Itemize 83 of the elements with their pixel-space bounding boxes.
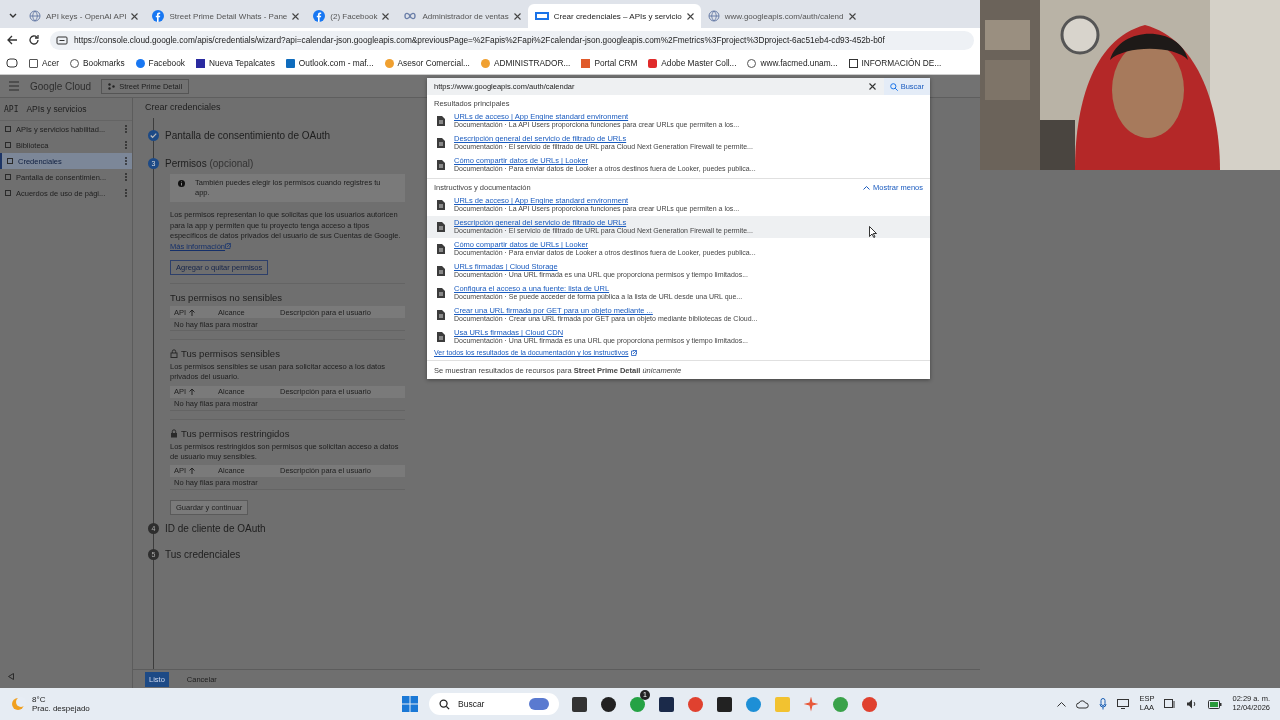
square-icon bbox=[5, 190, 11, 196]
close-icon[interactable] bbox=[292, 12, 300, 20]
step-title: Permisos (opcional) bbox=[165, 157, 254, 169]
bookmark[interactable]: ADMINISTRADOR... bbox=[480, 58, 571, 68]
taskbar-search[interactable]: Buscar bbox=[429, 693, 559, 715]
app-icon[interactable] bbox=[658, 696, 674, 712]
bookmark[interactable]: www.facmed.unam... bbox=[747, 58, 838, 68]
microphone-icon[interactable] bbox=[1099, 698, 1108, 710]
browser-tab[interactable]: www.googleapis.com/auth/calend bbox=[700, 4, 863, 28]
lock-icon bbox=[170, 428, 178, 438]
collapse-icon[interactable] bbox=[8, 673, 14, 680]
battery-icon[interactable] bbox=[1208, 699, 1223, 709]
bookmark[interactable]: Portal CRM bbox=[581, 58, 638, 68]
sidebar-title: APIs y servicios bbox=[26, 104, 87, 114]
project-icon bbox=[108, 82, 116, 90]
browser-tab[interactable]: Street Prime Detail Whats - Pane bbox=[145, 4, 307, 28]
address-bar[interactable]: https://console.cloud.google.com/apis/credentials/wizard?api=calendar-json.googleapis.com&previousPage=%2Fapis%2Fapi%2Fcalendar-json.googleapis.com%2Fmetrics%3Fproject%3Dproject-6ac51eb4-cd93-452b-b0f bbox=[50, 30, 974, 50]
browser-tab[interactable]: Crear credenciales – APIs y servicio bbox=[527, 4, 701, 28]
document-icon bbox=[437, 332, 445, 342]
chevron-up-icon[interactable] bbox=[1057, 701, 1067, 707]
square-icon bbox=[7, 158, 13, 164]
bookmark[interactable]: INFORMACIÓN DE... bbox=[848, 58, 942, 68]
sort-arrow-icon[interactable] bbox=[189, 308, 196, 316]
section-title: Tus permisos sensibles bbox=[181, 348, 280, 360]
page-title: Crear credenciales bbox=[145, 102, 221, 114]
square-icon bbox=[5, 126, 11, 132]
infinity-icon bbox=[403, 11, 418, 21]
cloud-icon[interactable] bbox=[1076, 699, 1090, 709]
external-link-icon bbox=[225, 242, 232, 249]
square-icon bbox=[5, 174, 11, 180]
search-icon bbox=[439, 698, 450, 710]
back-icon[interactable] bbox=[6, 34, 18, 46]
square-icon bbox=[5, 142, 11, 148]
close-icon[interactable] bbox=[382, 12, 390, 20]
clear-icon[interactable] bbox=[868, 83, 876, 90]
bookmark[interactable]: Outlook.com - maf... bbox=[285, 58, 374, 68]
start-icon[interactable] bbox=[402, 696, 418, 712]
document-icon bbox=[437, 160, 445, 170]
temperature: 8°C bbox=[32, 694, 47, 704]
api-icon bbox=[534, 11, 549, 21]
window-icon[interactable] bbox=[571, 696, 587, 712]
sort-arrow-icon[interactable] bbox=[189, 467, 196, 475]
bookmark[interactable]: Asesor Comercial... bbox=[384, 58, 470, 68]
check-icon bbox=[148, 129, 159, 141]
bookmark[interactable]: Adobe Master Coll... bbox=[648, 58, 737, 68]
bookmark[interactable]: Acer bbox=[29, 58, 60, 68]
tab-search-icon[interactable] bbox=[6, 58, 18, 68]
bookmark[interactable]: Nueva Tepalcates bbox=[196, 58, 275, 68]
document-icon bbox=[437, 244, 445, 254]
document-icon bbox=[437, 288, 445, 298]
site-info-icon[interactable] bbox=[56, 34, 68, 46]
close-icon[interactable] bbox=[131, 12, 139, 20]
app-icon[interactable] bbox=[600, 696, 616, 712]
section-title: Tus permisos no sensibles bbox=[170, 292, 283, 304]
weather-text: Prac. despejado bbox=[32, 704, 90, 714]
external-link-icon bbox=[630, 349, 637, 356]
monitor-icon[interactable] bbox=[1117, 699, 1130, 709]
document-icon bbox=[437, 310, 445, 320]
browser-tab[interactable]: Administrador de ventas bbox=[396, 4, 528, 28]
bookmark[interactable]: Facebook bbox=[135, 58, 185, 68]
chevron-up-icon bbox=[863, 185, 870, 190]
step-title: Pantalla de consentimiento de OAuth bbox=[165, 129, 331, 141]
document-icon bbox=[437, 116, 445, 126]
browser-tab[interactable]: (2) Facebook bbox=[306, 4, 397, 28]
document-icon bbox=[437, 266, 445, 276]
mouse-cursor bbox=[869, 226, 877, 238]
lock-icon bbox=[170, 349, 178, 359]
document-icon bbox=[437, 200, 445, 210]
step-title: Tus credenciales bbox=[165, 549, 241, 561]
api-label: API bbox=[4, 104, 19, 114]
browser-tab[interactable]: API keys - OpenAI API bbox=[22, 4, 146, 28]
document-icon bbox=[437, 138, 445, 148]
close-icon[interactable] bbox=[686, 12, 694, 20]
sort-arrow-icon[interactable] bbox=[189, 388, 196, 395]
step-title: ID de cliente de OAuth bbox=[165, 523, 266, 535]
close-icon[interactable] bbox=[513, 12, 521, 20]
info-icon bbox=[178, 180, 185, 187]
reload-icon[interactable] bbox=[28, 34, 40, 46]
document-icon bbox=[437, 222, 445, 232]
bookmark[interactable]: Bookmarks bbox=[70, 58, 125, 68]
close-icon[interactable] bbox=[848, 12, 856, 20]
search-icon bbox=[889, 82, 898, 91]
section-title: Tus permisos restringidos bbox=[181, 427, 290, 439]
